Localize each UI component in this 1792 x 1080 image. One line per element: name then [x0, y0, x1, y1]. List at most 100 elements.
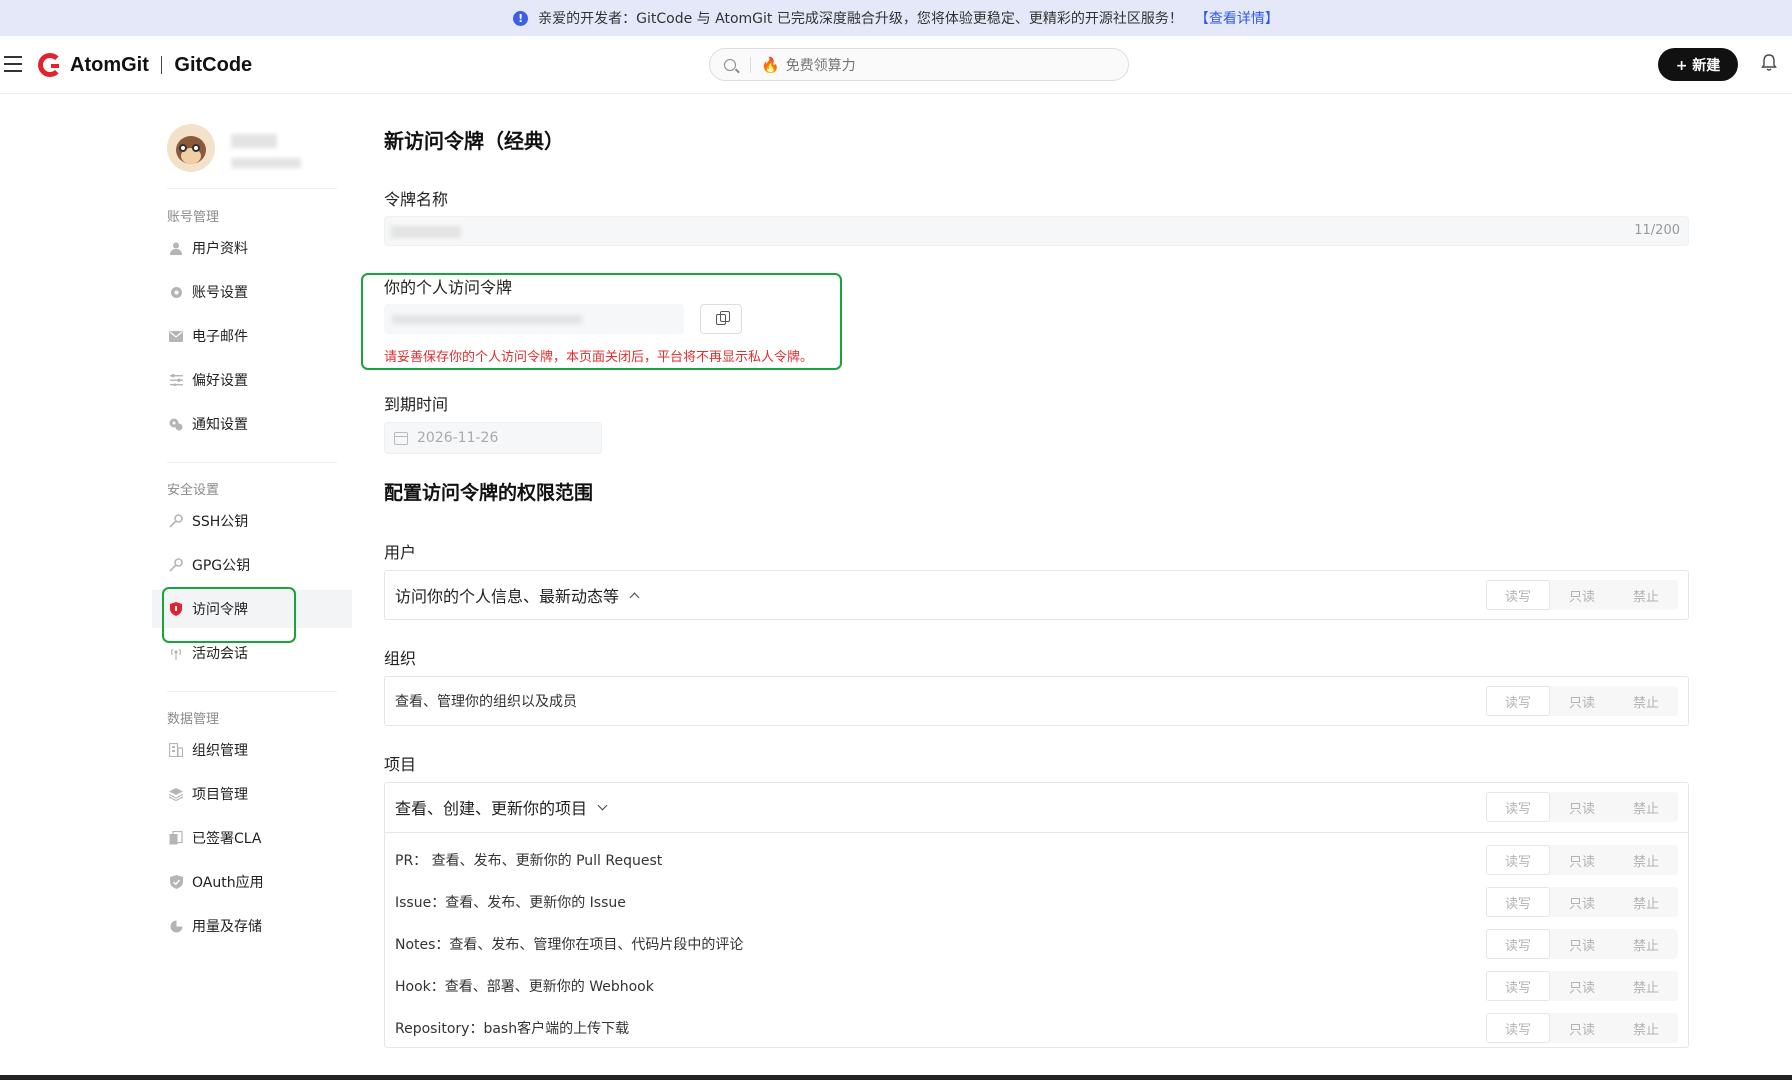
- option-read-only[interactable]: 只读: [1550, 686, 1614, 716]
- option-forbidden[interactable]: 禁止: [1614, 1013, 1678, 1043]
- expiry-date-input[interactable]: 2026-11-26: [384, 422, 602, 454]
- permission-selector[interactable]: 读写 只读 禁止: [1486, 845, 1678, 875]
- permission-selector[interactable]: 读写 只读 禁止: [1486, 971, 1678, 1001]
- scope-project-header-row[interactable]: 查看、创建、更新你的项目 读写 只读 禁止: [385, 783, 1688, 831]
- user-profile-card[interactable]: [167, 124, 367, 184]
- sidebar-item-label: 活动会话: [192, 646, 248, 662]
- sidebar-item-gpg-keys[interactable]: GPG公钥: [152, 546, 352, 584]
- sidebar-item-account-settings[interactable]: 账号设置: [152, 273, 352, 311]
- user-id-blurred: [231, 158, 301, 168]
- gear-icon: [169, 285, 183, 299]
- sidebar-item-email[interactable]: 电子邮件: [152, 317, 352, 355]
- shield-check-icon: [169, 875, 183, 889]
- option-read-only[interactable]: 只读: [1550, 971, 1614, 1001]
- scope-group-org-label: 组织: [384, 649, 417, 668]
- info-icon: !: [513, 10, 529, 26]
- sidebar-item-projects[interactable]: 项目管理: [152, 775, 352, 813]
- scope-pr-description: PR： 查看、发布、更新你的 Pull Request: [395, 853, 663, 869]
- option-forbidden[interactable]: 禁止: [1614, 686, 1678, 716]
- search-bar[interactable]: 🔥: [709, 48, 1129, 81]
- permission-selector[interactable]: 读写 只读 禁止: [1486, 580, 1678, 610]
- new-button[interactable]: + 新建: [1658, 48, 1738, 81]
- option-read-only[interactable]: 只读: [1550, 929, 1614, 959]
- option-read-write[interactable]: 读写: [1486, 1013, 1550, 1043]
- menu-icon[interactable]: [4, 56, 22, 72]
- sidebar-item-label: 通知设置: [192, 417, 248, 433]
- logo-gitcode-text: GitCode: [174, 53, 253, 76]
- sidebar-item-organizations[interactable]: 组织管理: [152, 731, 352, 769]
- option-read-write[interactable]: 读写: [1486, 929, 1550, 959]
- permission-selector[interactable]: 读写 只读 禁止: [1486, 686, 1678, 716]
- scope-group-project: 查看、创建、更新你的项目 读写 只读 禁止 PR： 查看、发布、更新你的 Pul…: [384, 782, 1689, 1048]
- scope-group-org: 查看、管理你的组织以及成员 读写 只读 禁止: [384, 676, 1689, 726]
- sidebar-item-ssh-keys[interactable]: SSH公钥: [152, 502, 352, 540]
- scope-user-header-row[interactable]: 访问你的个人信息、最新动态等 读写 只读 禁止: [385, 571, 1688, 619]
- option-read-only[interactable]: 只读: [1550, 792, 1614, 822]
- avatar: [167, 124, 215, 172]
- token-name-input[interactable]: 11/200: [384, 216, 1689, 246]
- sidebar-item-profile[interactable]: 用户资料: [152, 229, 352, 267]
- option-read-only[interactable]: 只读: [1550, 845, 1614, 875]
- sidebar-item-oauth-apps[interactable]: OAuth应用: [152, 863, 352, 901]
- banner-details-link[interactable]: 【查看详情】: [1195, 8, 1279, 28]
- option-forbidden[interactable]: 禁止: [1614, 792, 1678, 822]
- option-forbidden[interactable]: 禁止: [1614, 971, 1678, 1001]
- search-icon: [724, 58, 736, 71]
- key-icon: [169, 558, 183, 572]
- chevron-up-icon[interactable]: [629, 592, 640, 603]
- sidebar-item-label: 项目管理: [192, 787, 248, 803]
- user-icon: [169, 241, 183, 255]
- page-title: 新访问令牌（经典）: [384, 129, 564, 153]
- scope-project-issue-row: Issue：查看、发布、更新你的 Issue 读写 只读 禁止: [385, 881, 1688, 923]
- option-forbidden[interactable]: 禁止: [1614, 929, 1678, 959]
- option-read-only[interactable]: 只读: [1550, 887, 1614, 917]
- option-forbidden[interactable]: 禁止: [1614, 845, 1678, 875]
- logo[interactable]: AtomGit GitCode: [38, 52, 252, 78]
- sidebar-item-signed-cla[interactable]: 已签署CLA: [152, 819, 352, 857]
- scope-project-pr-row: PR： 查看、发布、更新你的 Pull Request 读写 只读 禁止: [385, 839, 1688, 881]
- option-forbidden[interactable]: 禁止: [1614, 887, 1678, 917]
- personal-token-field[interactable]: [384, 304, 684, 334]
- sidebar-item-label: 电子邮件: [192, 329, 248, 345]
- chevron-down-icon[interactable]: [597, 800, 608, 811]
- token-blurred-value: [392, 315, 582, 324]
- notification-settings-icon: [169, 417, 183, 431]
- option-read-write[interactable]: 读写: [1486, 845, 1550, 875]
- sidebar-item-preferences[interactable]: 偏好设置: [152, 361, 352, 399]
- option-read-write[interactable]: 读写: [1486, 686, 1550, 716]
- search-input[interactable]: [785, 56, 1066, 73]
- option-read-only[interactable]: 只读: [1550, 580, 1614, 610]
- highlight-box-access-tokens: [162, 587, 296, 643]
- option-read-write[interactable]: 读写: [1486, 580, 1550, 610]
- permission-selector[interactable]: 读写 只读 禁止: [1486, 887, 1678, 917]
- sidebar-item-notifications[interactable]: 通知设置: [152, 405, 352, 443]
- bell-icon[interactable]: [1761, 54, 1777, 72]
- option-read-write[interactable]: 读写: [1486, 887, 1550, 917]
- pie-chart-icon: [169, 919, 183, 933]
- sidebar-item-label: 用量及存储: [192, 919, 262, 935]
- option-read-only[interactable]: 只读: [1550, 1013, 1614, 1043]
- token-warning-text: 请妥善保存你的个人访问令牌，本页面关闭后，平台将不再显示私人令牌。: [384, 350, 814, 365]
- sidebar-item-label: 组织管理: [192, 743, 248, 759]
- token-name-char-count: 11/200: [1634, 223, 1680, 238]
- copy-token-button[interactable]: [700, 304, 742, 334]
- scope-org-header-row[interactable]: 查看、管理你的组织以及成员 读写 只读 禁止: [385, 677, 1688, 725]
- taskbar-edge: [0, 1075, 1792, 1080]
- option-read-write[interactable]: 读写: [1486, 792, 1550, 822]
- sidebar-item-label: SSH公钥: [192, 514, 249, 530]
- permission-selector[interactable]: 读写 只读 禁止: [1486, 792, 1678, 822]
- scope-project-repository-row: Repository：bash客户端的上传下载 读写 只读 禁止: [385, 1007, 1688, 1049]
- announcement-banner: ! 亲爱的开发者：GitCode 与 AtomGit 已完成深度融合升级，您将体…: [0, 0, 1792, 36]
- copy-icon: [716, 310, 730, 325]
- scope-user-description: 访问你的个人信息、最新动态等: [395, 587, 620, 606]
- mail-icon: [169, 329, 183, 343]
- option-read-write[interactable]: 读写: [1486, 971, 1550, 1001]
- option-forbidden[interactable]: 禁止: [1614, 580, 1678, 610]
- permission-selector[interactable]: 读写 只读 禁止: [1486, 929, 1678, 959]
- fire-icon: 🔥: [761, 55, 780, 74]
- sidebar-item-usage-storage[interactable]: 用量及存储: [152, 907, 352, 945]
- sidebar-item-label: 用户资料: [192, 241, 248, 257]
- key-icon: [169, 514, 183, 528]
- scope-repository-description: Repository：bash客户端的上传下载: [395, 1021, 630, 1037]
- permission-selector[interactable]: 读写 只读 禁止: [1486, 1013, 1678, 1043]
